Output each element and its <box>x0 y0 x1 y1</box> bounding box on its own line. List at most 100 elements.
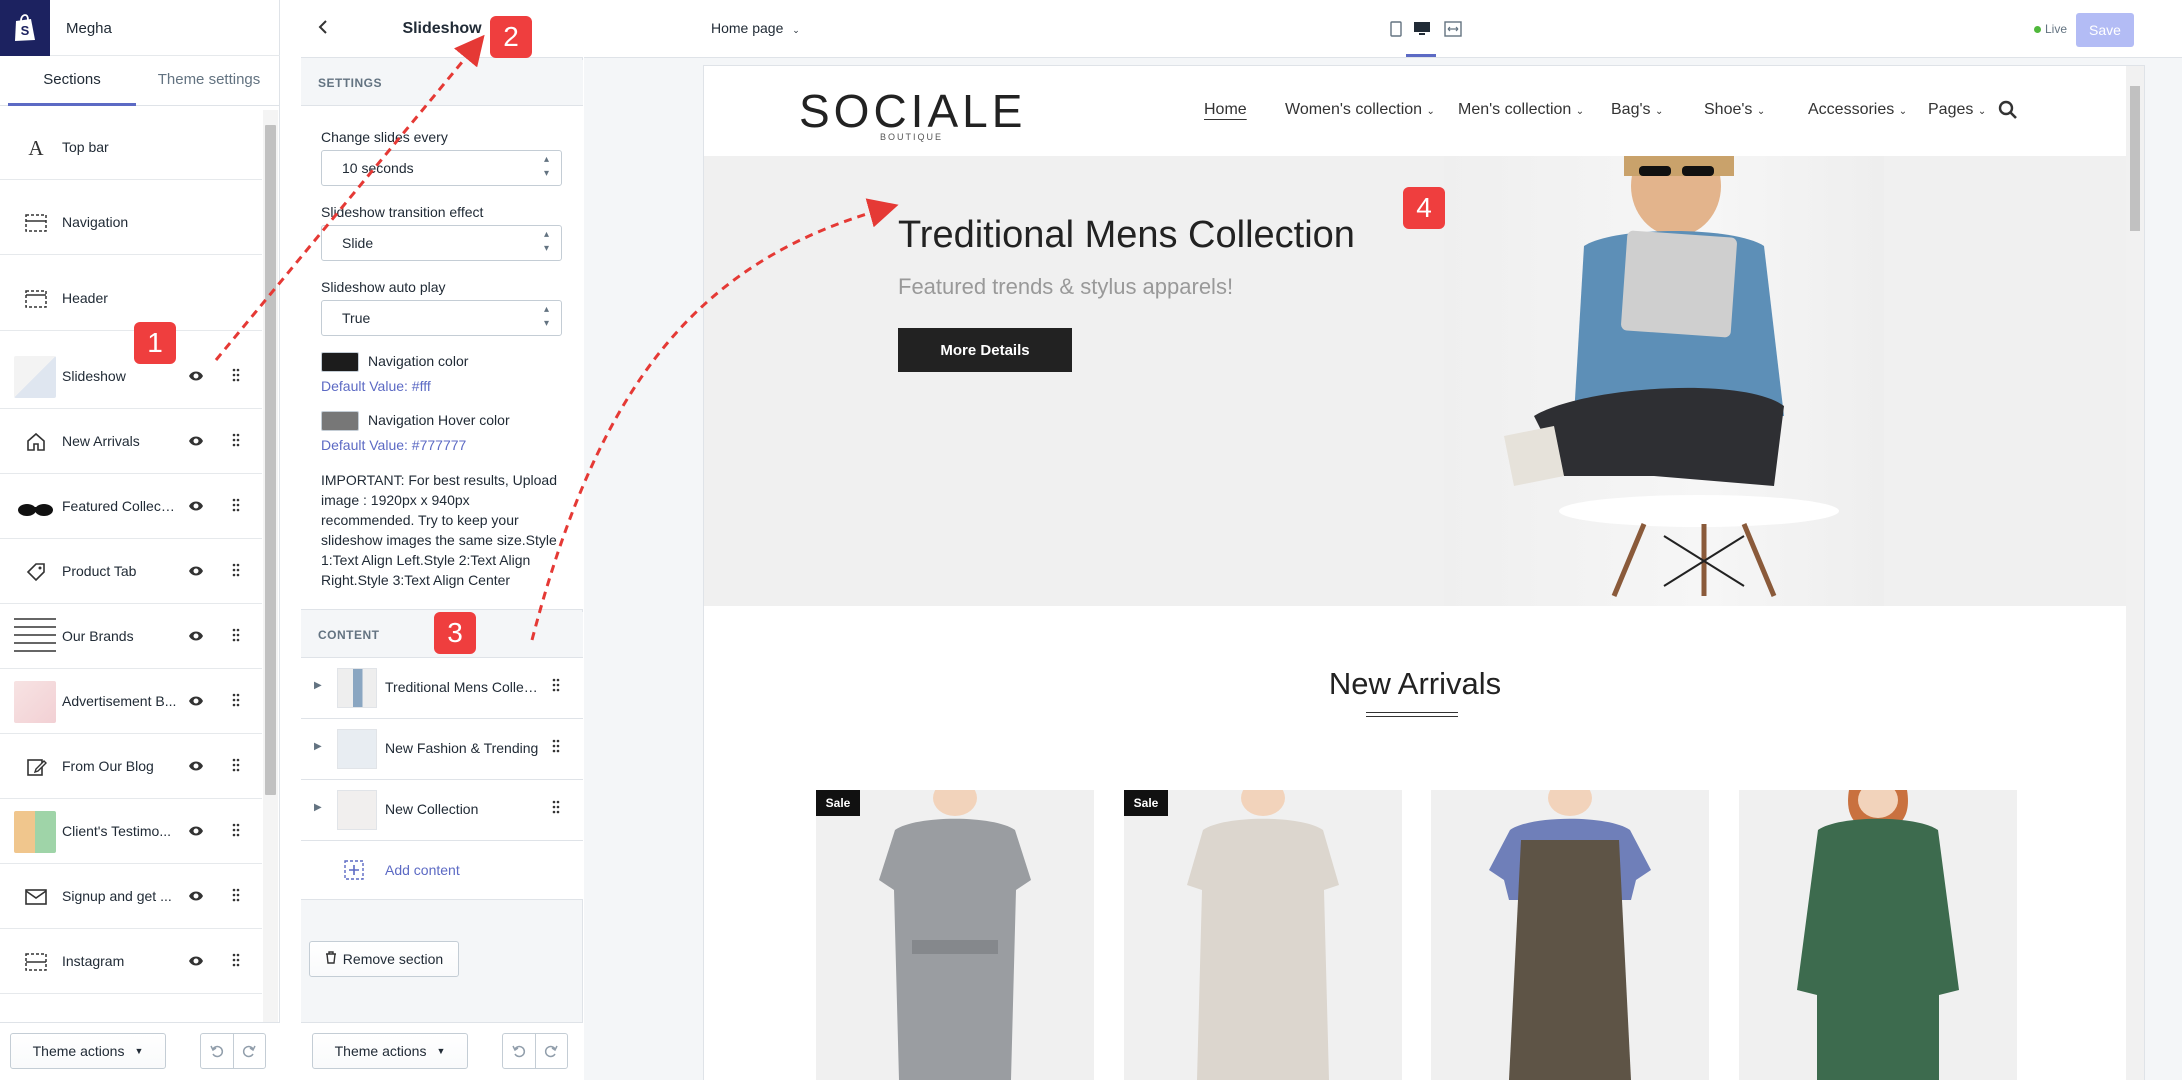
change-slides-label: Change slides every <box>321 129 448 145</box>
nav-hover-color-swatch[interactable] <box>321 411 359 431</box>
add-content-row[interactable]: Add content <box>301 841 583 900</box>
nav-accessories[interactable]: Accessories ⌄ <box>1808 101 1907 119</box>
nav-shoes[interactable]: Shoe's ⌄ <box>1704 101 1765 119</box>
eye-icon[interactable] <box>188 499 204 517</box>
drag-handle-icon[interactable] <box>232 563 240 582</box>
instagram-layout-icon <box>14 947 58 977</box>
product-card[interactable] <box>1739 790 2017 1080</box>
preview-scrollbar-thumb[interactable] <box>2130 86 2140 231</box>
content-item[interactable]: ▶ Treditional Mens Collec... <box>301 658 583 719</box>
content-item[interactable]: ▶ New Fashion & Trending <box>301 719 583 780</box>
undo-icon[interactable] <box>503 1034 536 1068</box>
nav-home[interactable]: Home <box>1204 101 1247 119</box>
fullwidth-view-icon[interactable] <box>1444 21 1462 42</box>
drag-handle-icon[interactable] <box>232 693 240 712</box>
remove-section-button[interactable]: Remove section <box>309 941 459 977</box>
panel-tabs: Sections Theme settings <box>0 56 280 106</box>
chevron-down-icon: ⌄ <box>792 25 800 35</box>
transition-select[interactable]: Slide ▴ ▾ <box>321 225 562 261</box>
section-item-advertisement[interactable]: Advertisement B... <box>0 669 262 734</box>
important-note: IMPORTANT: For best results, Upload imag… <box>321 472 557 588</box>
more-details-button[interactable]: More Details <box>898 328 1072 372</box>
mobile-view-icon[interactable] <box>1390 21 1402 42</box>
hero-model-image <box>1444 156 1884 606</box>
nav-womens-collection[interactable]: Women's collection ⌄ <box>1285 101 1435 119</box>
product-card[interactable] <box>1431 790 1709 1080</box>
drag-handle-icon[interactable] <box>232 888 240 907</box>
expand-triangle-icon[interactable]: ▶ <box>314 741 322 752</box>
section-item-label: Navigation <box>62 214 129 230</box>
new-arrivals-title: New Arrivals <box>1328 666 1502 701</box>
autoplay-select[interactable]: True ▴ ▾ <box>321 300 562 336</box>
content-item[interactable]: ▶ New Collection <box>301 780 583 841</box>
section-item-product-tab[interactable]: Product Tab <box>0 539 262 604</box>
save-button[interactable]: Save <box>2076 13 2134 47</box>
autoplay-label: Slideshow auto play <box>321 279 446 295</box>
drag-handle-icon[interactable] <box>552 739 560 758</box>
product-image <box>1489 790 1651 1080</box>
drag-handle-icon[interactable] <box>232 953 240 972</box>
eye-icon[interactable] <box>188 434 204 452</box>
eye-icon[interactable] <box>188 629 204 647</box>
hero-title: Treditional Mens Collection <box>898 214 1355 256</box>
undo-icon[interactable] <box>201 1034 234 1068</box>
product-image <box>879 790 1031 1080</box>
eye-icon[interactable] <box>188 694 204 712</box>
section-item-header[interactable]: Header <box>0 266 262 331</box>
tab-theme-settings[interactable]: Theme settings <box>146 56 272 106</box>
section-item-testimonials[interactable]: Client's Testimo... <box>0 799 262 864</box>
settings-heading: SETTINGS <box>301 60 583 106</box>
change-slides-select[interactable]: 10 seconds ▴ ▾ <box>321 150 562 186</box>
eye-icon[interactable] <box>188 369 204 387</box>
drag-handle-icon[interactable] <box>552 800 560 819</box>
section-item-new-arrivals[interactable]: New Arrivals <box>0 409 262 474</box>
nav-mens-collection[interactable]: Men's collection ⌄ <box>1458 101 1584 119</box>
eye-icon[interactable] <box>188 564 204 582</box>
expand-triangle-icon[interactable]: ▶ <box>314 680 322 691</box>
remove-section-label: Remove section <box>342 951 444 967</box>
search-icon[interactable] <box>1998 100 2018 125</box>
eye-icon[interactable] <box>188 824 204 842</box>
drag-handle-icon[interactable] <box>232 628 240 647</box>
section-item-navigation[interactable]: Navigation <box>0 190 262 255</box>
page-selector[interactable]: Home page ⌄ <box>711 20 800 36</box>
eye-icon[interactable] <box>188 954 204 972</box>
drag-handle-icon[interactable] <box>232 823 240 842</box>
section-item-instagram[interactable]: Instagram <box>0 929 262 994</box>
eye-icon[interactable] <box>188 889 204 907</box>
drag-handle-icon[interactable] <box>552 678 560 697</box>
nav-bags[interactable]: Bag's ⌄ <box>1611 101 1663 119</box>
sections-scrollbar-thumb[interactable] <box>265 125 276 795</box>
section-item-our-brands[interactable]: Our Brands <box>0 604 262 669</box>
select-arrows-icon: ▴ ▾ <box>543 229 549 254</box>
section-item-slideshow[interactable]: Slideshow <box>0 344 262 409</box>
theme-actions-button[interactable]: Theme actions ▼ <box>312 1033 468 1069</box>
section-item-top-bar[interactable]: A Top bar <box>0 115 262 180</box>
drag-handle-icon[interactable] <box>232 498 240 517</box>
nav-hover-label: Navigation Hover color <box>368 412 510 428</box>
theme-actions-button[interactable]: Theme actions ▼ <box>10 1033 166 1069</box>
drag-handle-icon[interactable] <box>232 368 240 387</box>
content-item-label: New Fashion & Trending <box>385 740 539 756</box>
desktop-view-icon[interactable] <box>1413 21 1431 42</box>
annotation-badge-2: 2 <box>490 16 532 58</box>
drag-handle-icon[interactable] <box>232 758 240 777</box>
expand-triangle-icon[interactable]: ▶ <box>314 802 322 813</box>
chevron-down-icon: ⌄ <box>1756 106 1766 117</box>
eye-icon[interactable] <box>188 759 204 777</box>
shopify-logo-icon[interactable]: S <box>0 0 50 56</box>
product-card[interactable]: Sale <box>816 790 1094 1080</box>
redo-icon[interactable] <box>234 1034 266 1068</box>
product-card[interactable]: Sale <box>1124 790 1402 1080</box>
nav-pages[interactable]: Pages ⌄ <box>1928 101 1986 119</box>
nav-color-swatch[interactable] <box>321 352 359 372</box>
section-item-blog[interactable]: From Our Blog <box>0 734 262 799</box>
redo-icon[interactable] <box>536 1034 568 1068</box>
store-logo[interactable]: SOCIALE <box>799 84 1026 138</box>
section-item-signup[interactable]: Signup and get ... <box>0 864 262 929</box>
tab-sections[interactable]: Sections <box>8 56 136 106</box>
drag-handle-icon[interactable] <box>232 433 240 452</box>
svg-text:S: S <box>21 23 30 38</box>
section-item-featured-collection[interactable]: Featured Collecti... <box>0 474 262 539</box>
caret-down-icon: ▼ <box>134 1046 144 1056</box>
